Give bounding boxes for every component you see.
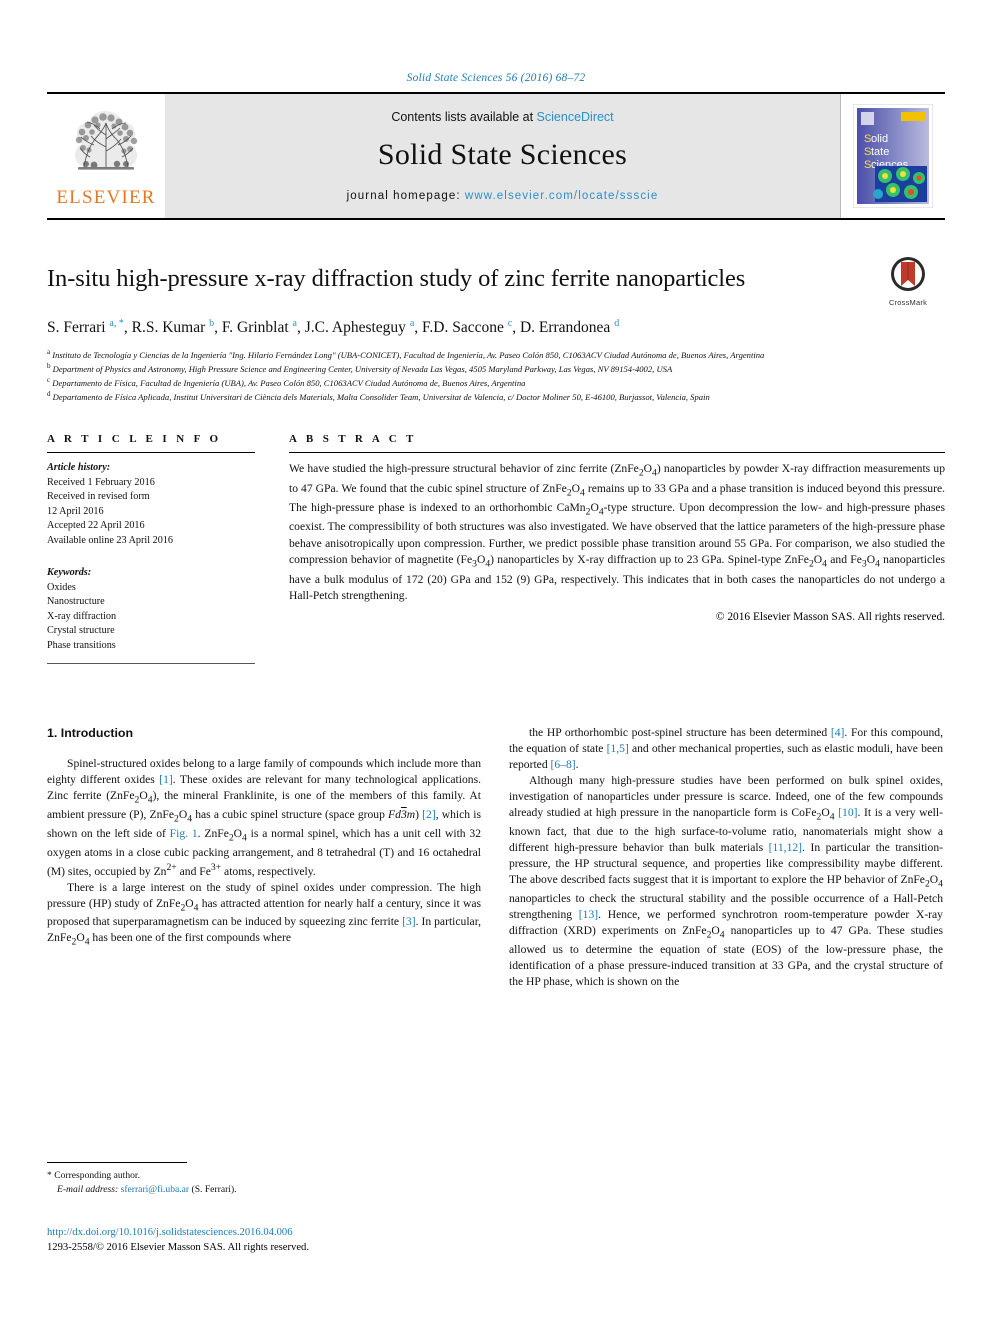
svg-text:tate: tate bbox=[871, 146, 889, 158]
section-heading-introduction: 1. Introduction bbox=[47, 726, 134, 741]
abstract-text: We have studied the high-pressure struct… bbox=[289, 462, 945, 603]
email-suffix: (S. Ferrari). bbox=[191, 1183, 237, 1195]
homepage-label: journal homepage: bbox=[346, 190, 465, 202]
journal-masthead: ELSEVIER Contents lists available at Sci… bbox=[47, 92, 945, 220]
affiliation-list: a Instituto de Tecnología y Ciencias de … bbox=[47, 348, 945, 403]
page-title: In-situ high-pressure x-ray diffraction … bbox=[47, 265, 746, 292]
body-column-right: the HP orthorhombic post-spinel structur… bbox=[509, 725, 943, 990]
info-abstract-row: A R T I C L E I N F O Article history: R… bbox=[47, 433, 945, 673]
history-item: Received in revised form bbox=[47, 491, 150, 503]
introduction-section: 1. Introduction Spinel-structured oxides… bbox=[47, 725, 945, 990]
abstract-column: A B S T R A C T We have studied the high… bbox=[289, 433, 945, 673]
elsevier-logo: ELSEVIER bbox=[47, 94, 165, 218]
paper-page: Solid State Sciences 56 (2016) 68–72 ELS… bbox=[0, 0, 992, 1323]
history-item: Received 1 February 2016 bbox=[47, 476, 155, 488]
history-item: Accepted 22 April 2016 bbox=[47, 520, 145, 532]
paragraph: There is a large interest on the study o… bbox=[47, 880, 481, 948]
affiliation-c: c Departamento de Física, Facultad de In… bbox=[47, 376, 526, 389]
journal-cover-thumbnail: S olid S tate S ciences bbox=[840, 94, 945, 218]
masthead-center: Contents lists available at ScienceDirec… bbox=[165, 94, 840, 218]
crossmark-icon bbox=[891, 257, 925, 291]
elsevier-wordmark: ELSEVIER bbox=[56, 187, 156, 208]
email-line: E-mail address: sferrari@fi.uba.ar (S. F… bbox=[47, 1183, 481, 1197]
divider bbox=[47, 452, 255, 454]
cover-image: S olid S tate S ciences bbox=[853, 104, 933, 208]
keywords-label: Keywords: bbox=[47, 567, 92, 579]
affiliation-b: b Department of Physics and Astronomy, H… bbox=[47, 362, 673, 375]
elsevier-tree-icon bbox=[75, 111, 138, 170]
body-column-left: 1. Introduction Spinel-structured oxides… bbox=[47, 725, 481, 990]
svg-text:olid: olid bbox=[871, 133, 888, 145]
article-history: Article history: Received 1 February 201… bbox=[47, 461, 255, 548]
history-item: Available online 23 April 2016 bbox=[47, 534, 173, 546]
contents-lists-line: Contents lists available at ScienceDirec… bbox=[391, 110, 613, 124]
doi-link[interactable]: http://dx.doi.org/10.1016/j.solidstatesc… bbox=[47, 1225, 547, 1240]
abstract-heading: A B S T R A C T bbox=[289, 433, 417, 446]
article-info-heading: A R T I C L E I N F O bbox=[47, 433, 222, 446]
paragraph: the HP orthorhombic post-spinel structur… bbox=[509, 726, 943, 772]
footnote-divider bbox=[47, 1162, 187, 1163]
article-info-column: A R T I C L E I N F O Article history: R… bbox=[47, 433, 255, 673]
keyword-item: Oxides bbox=[47, 581, 76, 593]
divider bbox=[47, 663, 255, 665]
running-head: Solid State Sciences 56 (2016) 68–72 bbox=[406, 72, 586, 84]
homepage-link[interactable]: www.elsevier.com/locate/ssscie bbox=[465, 190, 658, 202]
issn-copyright-line: 1293-2558/© 2016 Elsevier Masson SAS. Al… bbox=[47, 1242, 309, 1254]
affiliation-d: d Departamento de Física Aplicada, Insti… bbox=[47, 390, 710, 403]
email-label: E-mail address: bbox=[57, 1183, 119, 1195]
history-item: 12 April 2016 bbox=[47, 505, 104, 517]
corresponding-author-footnote: * Corresponding author. E-mail address: … bbox=[47, 1162, 481, 1197]
paragraph: Spinel-structured oxides belong to a lar… bbox=[47, 757, 481, 878]
sciencedirect-link[interactable]: ScienceDirect bbox=[537, 110, 614, 124]
page-footer: http://dx.doi.org/10.1016/j.solidstatesc… bbox=[47, 1225, 547, 1256]
keyword-item: X-ray diffraction bbox=[47, 610, 117, 622]
journal-homepage-line: journal homepage: www.elsevier.com/locat… bbox=[347, 190, 659, 202]
keyword-list: Keywords: Oxides Nanostructure X-ray dif… bbox=[47, 566, 255, 653]
affiliation-a: a Instituto de Tecnología y Ciencias de … bbox=[47, 348, 765, 361]
keyword-item: Phase transitions bbox=[47, 639, 116, 651]
divider bbox=[289, 452, 945, 454]
contents-lists-prefix: Contents lists available at bbox=[391, 110, 537, 124]
crossmark-label: CrossMark bbox=[888, 298, 928, 307]
corresponding-author-label: * Corresponding author. bbox=[47, 1170, 140, 1181]
title-block: In-situ high-pressure x-ray diffraction … bbox=[47, 257, 945, 307]
keyword-item: Crystal structure bbox=[47, 625, 115, 637]
crossmark-badge[interactable]: CrossMark bbox=[871, 256, 945, 307]
journal-title: Solid State Sciences bbox=[377, 138, 628, 171]
author-list: S. Ferrari a, *, R.S. Kumar b, F. Grinbl… bbox=[47, 317, 620, 337]
abstract-copyright: © 2016 Elsevier Masson SAS. All rights r… bbox=[715, 611, 945, 624]
paragraph: Although many high-pressure studies have… bbox=[509, 774, 943, 988]
email-link[interactable]: sferrari@fi.uba.ar bbox=[121, 1184, 190, 1195]
article-history-label: Article history: bbox=[47, 462, 111, 474]
keyword-item: Nanostructure bbox=[47, 596, 105, 608]
